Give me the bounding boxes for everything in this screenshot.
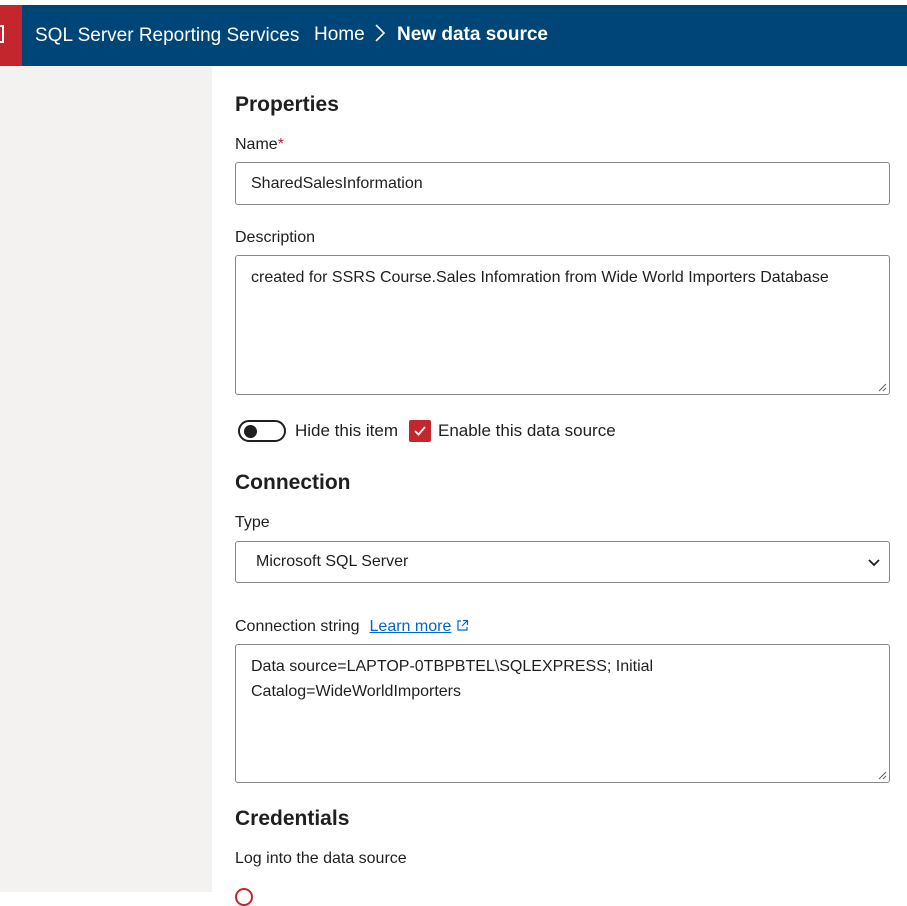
type-select-value: Microsoft SQL Server — [256, 553, 409, 570]
connection-string-label: Connection string Learn more — [235, 618, 469, 636]
credential-option-radio[interactable] — [235, 888, 253, 906]
learn-more-link[interactable]: Learn more — [370, 618, 470, 635]
login-label: Log into the data source — [235, 850, 407, 867]
enable-data-source-label[interactable]: Enable this data source — [438, 421, 616, 441]
breadcrumb-current: New data source — [397, 24, 548, 45]
app-header: SQL Server Reporting Services Home New d… — [0, 5, 907, 66]
name-label-text: Name — [235, 136, 278, 153]
connection-string-line-1: Data source=LAPTOP-0TBPBTEL\SQLEXPRESS; … — [251, 658, 654, 675]
name-input[interactable]: SharedSalesInformation — [235, 162, 890, 205]
resize-grip-icon[interactable] — [878, 771, 887, 780]
connection-heading: Connection — [235, 471, 351, 494]
resize-grip-icon[interactable] — [878, 383, 887, 392]
main-form: Properties Name* SharedSalesInformation … — [235, 66, 895, 906]
connection-string-line-2: Catalog=WideWorldImporters — [251, 683, 462, 700]
breadcrumb-home[interactable]: Home — [314, 24, 365, 46]
sidebar — [0, 66, 212, 892]
description-text: created for SSRS Course.Sales Infomratio… — [251, 269, 829, 286]
credentials-heading: Credentials — [235, 807, 350, 830]
enable-data-source-checkbox[interactable] — [408, 420, 431, 442]
name-label: Name* — [235, 136, 284, 154]
app-logo-icon — [0, 25, 4, 43]
description-textarea[interactable]: created for SSRS Course.Sales Infomratio… — [235, 255, 890, 395]
options-row: Hide this item Enable this data source — [238, 418, 616, 444]
learn-more-text: Learn more — [369, 618, 452, 635]
brand-block[interactable] — [0, 5, 22, 66]
hide-item-label[interactable]: Hide this item — [295, 421, 398, 441]
connection-string-textarea[interactable]: Data source=LAPTOP-0TBPBTEL\SQLEXPRESS; … — [235, 644, 890, 783]
chevron-down-icon — [868, 558, 880, 566]
hide-item-toggle[interactable] — [238, 420, 286, 442]
checkmark-icon — [414, 426, 426, 436]
app-title[interactable]: SQL Server Reporting Services — [35, 25, 299, 47]
type-label: Type — [235, 514, 270, 531]
properties-heading: Properties — [235, 93, 339, 116]
toggle-knob — [244, 425, 257, 438]
external-link-icon — [457, 619, 469, 631]
chevron-right-icon — [375, 24, 386, 42]
description-label: Description — [235, 229, 316, 246]
required-marker: * — [277, 136, 284, 153]
type-select[interactable]: Microsoft SQL Server — [235, 541, 890, 583]
connection-string-label-text: Connection string — [235, 618, 360, 635]
